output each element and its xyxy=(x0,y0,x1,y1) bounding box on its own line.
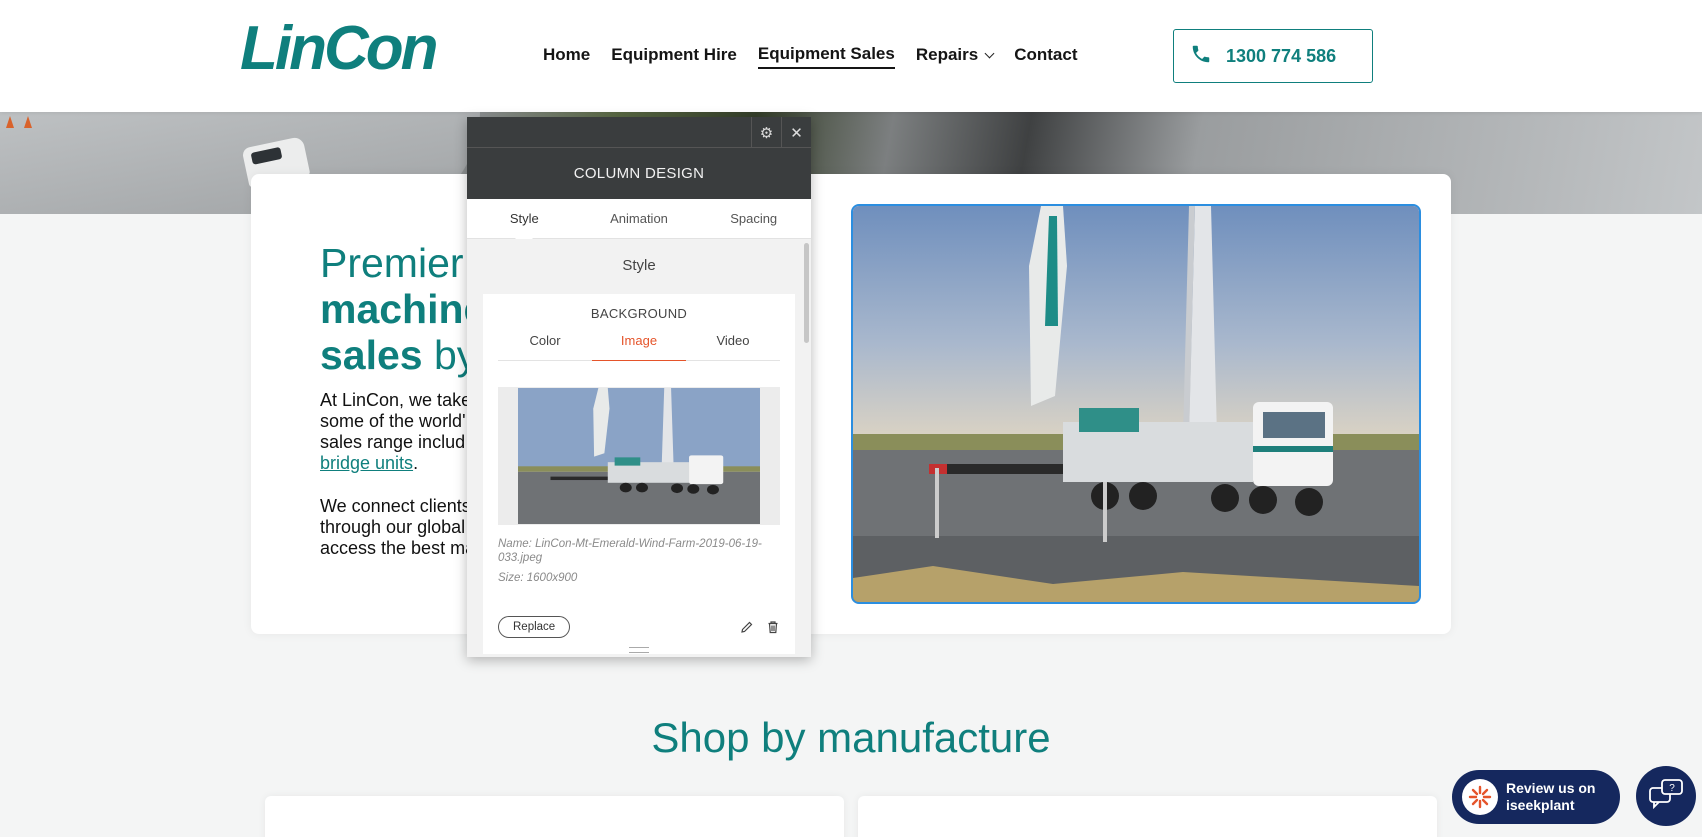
background-title: BACKGROUND xyxy=(590,306,688,321)
panel-scrollbar[interactable] xyxy=(804,243,809,343)
iseekplant-icon xyxy=(1462,779,1498,815)
style-section-title: Style xyxy=(622,257,656,274)
replace-button[interactable]: Replace xyxy=(498,616,571,638)
pencil-icon[interactable] xyxy=(740,620,754,634)
intro-p2-line-2: through our global xyxy=(320,517,466,537)
nav-contact[interactable]: Contact xyxy=(1014,44,1077,69)
bg-tab-video[interactable]: Video xyxy=(686,333,780,360)
nav-equipment-sales-label: Equipment Sales xyxy=(757,44,895,63)
shop-section-title: Shop by manufacture xyxy=(651,714,1051,761)
panel-body: Style BACKGROUND Color Image Video Name:… xyxy=(467,239,811,657)
bridge-units-link[interactable]: bridge units xyxy=(320,453,413,473)
chevron-down-icon xyxy=(984,48,995,58)
site-header: LinCon Home Equipment Hire Equipment Sal… xyxy=(0,0,1702,112)
intro-paragraph-1: At LinCon, we take some of the world' sa… xyxy=(320,390,480,474)
review-widget[interactable]: Review us on iseekplant xyxy=(1452,770,1620,824)
manufacturer-card[interactable] xyxy=(265,796,844,837)
review-line-1: Review us on xyxy=(1506,780,1596,796)
lincon-logo[interactable]: LinCon xyxy=(240,18,438,80)
phone-button[interactable]: 1300 774 586 xyxy=(1173,29,1373,83)
image-action-icons xyxy=(740,620,780,634)
settings-button[interactable]: ⚙ xyxy=(751,117,781,148)
review-line-2: iseekplant xyxy=(1506,797,1575,813)
image-thumbnail xyxy=(518,388,760,524)
nav-equipment-hire[interactable]: Equipment Hire xyxy=(611,44,737,69)
close-button[interactable]: ✕ xyxy=(781,117,811,148)
headline-line-2: machine xyxy=(320,286,487,332)
background-settings: BACKGROUND Color Image Video Name: LinCo… xyxy=(483,294,795,654)
intro-p1-end: . xyxy=(413,453,419,473)
image-name: Name: LinCon-Mt-Emerald-Wind-Farm-2019-0… xyxy=(498,538,762,564)
nav-equipment-sales[interactable]: Equipment Sales xyxy=(757,44,895,69)
tab-spacing[interactable]: Spacing xyxy=(696,199,811,238)
bg-tab-color[interactable]: Color xyxy=(498,333,592,360)
image-size: Size: 1600x900 xyxy=(498,572,578,584)
tab-animation[interactable]: Animation xyxy=(582,199,697,238)
panel-tabs: Style Animation Spacing xyxy=(467,199,811,247)
review-text: Review us on iseekplant xyxy=(1506,780,1595,814)
intro-p1-line-1: At LinCon, we take xyxy=(320,390,472,410)
intro-p1-line-3: sales range includ xyxy=(320,432,466,452)
main-nav: Home Equipment Hire Equipment Sales Repa… xyxy=(543,44,1078,69)
nav-contact-label: Contact xyxy=(1014,45,1078,64)
nav-home-label: Home xyxy=(543,45,591,64)
tab-style[interactable]: Style xyxy=(467,199,582,238)
manufacturer-card[interactable] xyxy=(858,796,1437,837)
panel-title: COLUMN DESIGN xyxy=(467,148,811,199)
nav-repairs-label: Repairs xyxy=(915,45,979,64)
svg-text:?: ? xyxy=(1669,783,1675,794)
trash-icon[interactable] xyxy=(766,620,780,634)
phone-icon xyxy=(1190,43,1212,70)
intro-p2-line-1: We connect clients xyxy=(320,496,471,516)
chat-button[interactable]: ? xyxy=(1636,766,1696,826)
headline-line-3-bold: sales xyxy=(320,332,423,378)
image-actions: Replace xyxy=(498,616,780,638)
close-icon: ✕ xyxy=(790,124,803,142)
column-design-panel: ⚙ ✕ COLUMN DESIGN Style Animation Spacin… xyxy=(467,117,811,657)
intro-p1-line-2: some of the world' xyxy=(320,411,466,431)
intro-paragraph-2: We connect clients through our global ac… xyxy=(320,496,480,559)
phone-number: 1300 774 586 xyxy=(1226,45,1337,66)
bg-tab-image[interactable]: Image xyxy=(592,333,686,361)
panel-toolbar: ⚙ ✕ xyxy=(467,117,811,148)
machine-photo[interactable] xyxy=(851,204,1421,604)
gear-icon: ⚙ xyxy=(759,124,774,142)
resize-handle[interactable] xyxy=(629,647,649,653)
chat-icon: ? xyxy=(1648,778,1684,815)
background-type-tabs: Color Image Video xyxy=(498,333,780,361)
intro-p2-line-3: access the best ma xyxy=(320,538,476,558)
nav-equipment-hire-label: Equipment Hire xyxy=(611,45,737,64)
nav-home[interactable]: Home xyxy=(543,44,590,69)
image-preview[interactable] xyxy=(498,387,780,525)
nav-repairs[interactable]: Repairs xyxy=(915,44,995,69)
